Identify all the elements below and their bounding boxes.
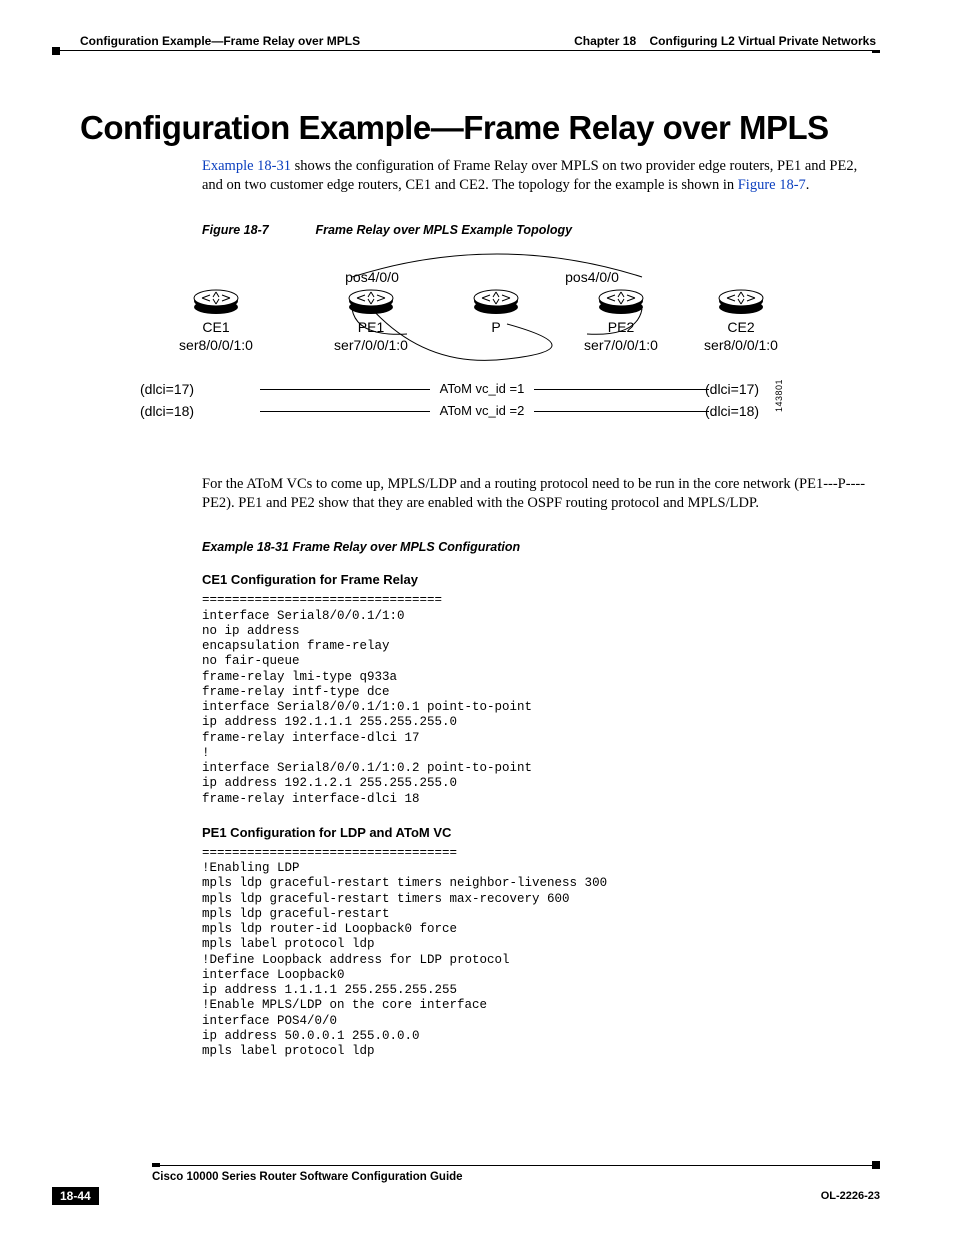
router-icon-ce1 bbox=[192, 287, 240, 315]
label-ce2: CE2 bbox=[681, 319, 801, 335]
link-figure-18-7[interactable]: Figure 18-7 bbox=[738, 177, 806, 193]
link-example-18-31[interactable]: Example 18-31 bbox=[202, 158, 291, 174]
hline bbox=[260, 411, 430, 412]
label-pos-b: pos4/0/0 bbox=[552, 269, 632, 285]
subhead-pe1: PE1 Configuration for LDP and AToM VC bbox=[202, 825, 880, 840]
footer-page-number: 18-44 bbox=[52, 1187, 99, 1205]
label-pe2: PE2 bbox=[561, 319, 681, 335]
figure-caption: Figure 18-7 Frame Relay over MPLS Exampl… bbox=[202, 223, 880, 237]
hline bbox=[260, 389, 430, 390]
router-icon-ce2 bbox=[717, 287, 765, 315]
figure-number: Figure 18-7 bbox=[202, 223, 312, 237]
label-ce1-if: ser8/0/0/1:0 bbox=[156, 337, 276, 353]
header-right: Chapter 18 Configuring L2 Virtual Privat… bbox=[574, 34, 880, 48]
router-icon-pe2 bbox=[597, 287, 645, 315]
hline bbox=[534, 411, 709, 412]
page-footer: Cisco 10000 Series Router Software Confi… bbox=[52, 1163, 880, 1205]
header-rule bbox=[52, 50, 880, 51]
header-left: Configuration Example—Frame Relay over M… bbox=[52, 34, 360, 48]
label-dlci17-left: (dlci=17) bbox=[140, 381, 230, 397]
label-pe1: PE1 bbox=[311, 319, 431, 335]
label-dlci18-left: (dlci=18) bbox=[140, 403, 230, 419]
label-ce2-if: ser8/0/0/1:0 bbox=[681, 337, 801, 353]
paragraph-2: For the AToM VCs to come up, MPLS/LDP an… bbox=[202, 475, 880, 513]
router-icon-p bbox=[472, 287, 520, 315]
label-ce1: CE1 bbox=[156, 319, 276, 335]
subhead-ce1: CE1 Configuration for Frame Relay bbox=[202, 572, 880, 587]
figure-id-sideways: 143801 bbox=[774, 379, 784, 412]
label-pe1-if: ser7/0/0/1:0 bbox=[311, 337, 431, 353]
label-dlci17-right: (dlci=17) bbox=[705, 381, 785, 397]
label-p: P bbox=[436, 319, 556, 335]
router-icon-pe1 bbox=[347, 287, 395, 315]
footer-doc-number: OL-2226-23 bbox=[821, 1190, 880, 1202]
label-pos-a: pos4/0/0 bbox=[332, 269, 412, 285]
page-title: Configuration Example—Frame Relay over M… bbox=[80, 109, 880, 147]
header-title: Configuring L2 Virtual Private Networks bbox=[650, 34, 877, 48]
hline bbox=[534, 389, 709, 390]
code-block-ce1: ================================ interfa… bbox=[202, 593, 880, 807]
code-block-pe1: ================================== !Enab… bbox=[202, 846, 880, 1060]
label-pe2-if: ser7/0/0/1:0 bbox=[561, 337, 681, 353]
intro-paragraph: Example 18-31 shows the configuration of… bbox=[202, 157, 880, 195]
header-chapter: Chapter 18 bbox=[574, 34, 636, 48]
label-atom-1: AToM vc_id =1 bbox=[427, 381, 537, 396]
label-atom-2: AToM vc_id =2 bbox=[427, 403, 537, 418]
example-caption: Example 18-31 Frame Relay over MPLS Conf… bbox=[202, 540, 880, 554]
figure-18-7: pos4/0/0 pos4/0/0 C bbox=[202, 251, 880, 461]
running-header: Configuration Example—Frame Relay over M… bbox=[52, 34, 880, 48]
footer-book-title: Cisco 10000 Series Router Software Confi… bbox=[152, 1171, 880, 1183]
figure-title: Frame Relay over MPLS Example Topology bbox=[315, 223, 572, 237]
label-dlci18-right: (dlci=18) bbox=[705, 403, 785, 419]
